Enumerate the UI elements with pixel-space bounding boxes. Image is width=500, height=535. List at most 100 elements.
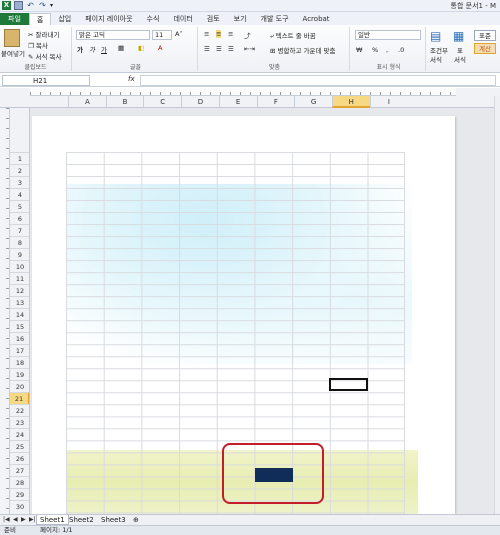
font-color-icon[interactable]: A [158, 44, 162, 52]
row-header-3[interactable]: 3 [10, 176, 29, 188]
align-center-icon[interactable]: ☰ [216, 45, 222, 53]
column-header-h[interactable]: H [331, 96, 370, 108]
column-header-a[interactable]: A [68, 96, 106, 108]
dark-blue-rectangle[interactable] [255, 468, 293, 482]
bold-button[interactable]: 가 [77, 44, 83, 54]
prev-sheet-icon[interactable]: ◀ [13, 516, 18, 523]
sheet-tab-sheet1[interactable]: Sheet1 [36, 515, 69, 525]
style-calculation[interactable]: 계산 [474, 43, 496, 54]
row-header-25[interactable]: 25 [10, 440, 29, 452]
decimal-icon[interactable]: .0 [398, 46, 404, 54]
tab-developer[interactable]: 개발 도구 [254, 13, 296, 25]
column-header-c[interactable]: C [143, 96, 181, 108]
formula-input[interactable] [140, 75, 496, 86]
row-header-16[interactable]: 16 [10, 332, 29, 344]
tab-view[interactable]: 보기 [227, 13, 254, 25]
column-header-i[interactable]: I [369, 96, 408, 108]
row-header-21[interactable]: 21 [10, 392, 29, 404]
row-header-30[interactable]: 30 [10, 500, 29, 512]
fill-color-icon[interactable]: ◧ [138, 44, 144, 52]
row-header-28[interactable]: 28 [10, 476, 29, 488]
orientation-icon[interactable]: ⤴ [244, 30, 251, 40]
tab-home[interactable]: 홈 [28, 13, 52, 25]
indent-icon[interactable]: ⇤⇥ [244, 45, 255, 53]
row-header-20[interactable]: 20 [10, 380, 29, 392]
sheet-tab-sheet3[interactable]: Sheet3 [98, 515, 129, 525]
copy-button[interactable]: ❐ 복사 [28, 40, 48, 50]
row-header-22[interactable]: 22 [10, 404, 29, 416]
align-left-icon[interactable]: ☰ [204, 45, 210, 53]
row-header-7[interactable]: 7 [10, 224, 29, 236]
paste-button[interactable]: 붙여넣기 [1, 48, 25, 58]
row-header-24[interactable]: 24 [10, 428, 29, 440]
column-header-d[interactable]: D [181, 96, 219, 108]
new-sheet-icon[interactable]: ⊕ [130, 515, 142, 525]
tab-data[interactable]: 데이터 [166, 13, 199, 25]
row-header-12[interactable]: 12 [10, 284, 29, 296]
tab-formulas[interactable]: 수식 [140, 13, 167, 25]
customize-qat-icon[interactable]: ▾ [50, 1, 59, 10]
cut-button[interactable]: ✂ 잘라내기 [28, 29, 59, 39]
next-sheet-icon[interactable]: ▶ [21, 516, 26, 523]
row-header-5[interactable]: 5 [10, 200, 29, 212]
number-format-select[interactable]: 일반 [355, 30, 421, 40]
italic-button[interactable]: 가 [89, 44, 95, 54]
row-header-29[interactable]: 29 [10, 488, 29, 500]
row-header-14[interactable]: 14 [10, 308, 29, 320]
underline-button[interactable]: 가 [101, 44, 107, 54]
paste-icon[interactable] [4, 29, 20, 47]
row-header-13[interactable]: 13 [10, 296, 29, 308]
row-header-26[interactable]: 26 [10, 452, 29, 464]
align-middle-icon[interactable]: ≡ [216, 30, 222, 38]
row-header-4[interactable]: 4 [10, 188, 29, 200]
row-header-11[interactable]: 11 [10, 272, 29, 284]
table-format-icon[interactable]: ▦ [453, 29, 464, 43]
conditional-format-icon[interactable]: ▤ [430, 29, 441, 43]
tab-page-layout[interactable]: 페이지 레이아웃 [78, 13, 139, 25]
row-header-15[interactable]: 15 [10, 320, 29, 332]
tab-insert[interactable]: 삽입 [51, 13, 78, 25]
vertical-scrollbar[interactable] [494, 96, 500, 514]
percent-button[interactable]: % [372, 46, 378, 54]
font-size-select[interactable]: 11 [152, 30, 172, 40]
column-header-e[interactable]: E [218, 96, 257, 108]
comma-icon[interactable]: , [386, 46, 388, 54]
align-top-icon[interactable]: ≡ [204, 30, 209, 38]
align-right-icon[interactable]: ☰ [228, 45, 234, 53]
name-box[interactable]: H21 [2, 75, 90, 86]
column-header-b[interactable]: B [105, 96, 144, 108]
row-header-10[interactable]: 10 [10, 260, 29, 272]
row-header-2[interactable]: 2 [10, 164, 29, 176]
tab-file[interactable]: 파일 [0, 13, 29, 25]
style-normal[interactable]: 표준 [474, 30, 496, 41]
row-header-18[interactable]: 18 [10, 356, 29, 368]
row-header-27[interactable]: 27 [10, 464, 29, 476]
row-header-19[interactable]: 19 [10, 368, 29, 380]
column-header-f[interactable]: F [256, 96, 295, 108]
redo-icon[interactable]: ↷ [38, 1, 47, 10]
border-icon[interactable]: ▦ [118, 44, 124, 52]
merge-center-button[interactable]: ⊞ 병합하고 가운데 맞춤 [270, 45, 335, 55]
row-header-9[interactable]: 9 [10, 248, 29, 260]
first-sheet-icon[interactable]: |◀ [3, 516, 10, 523]
row-header-17[interactable]: 17 [10, 344, 29, 356]
column-header-g[interactable]: G [294, 96, 332, 108]
row-header-8[interactable]: 8 [10, 236, 29, 248]
last-sheet-icon[interactable]: ▶| [29, 516, 36, 523]
row-header-1[interactable]: 1 [10, 152, 29, 164]
accounting-icon[interactable]: ₩ [356, 46, 362, 54]
wrap-text-button[interactable]: ⤶ 텍스트 줄 바꿈 [270, 30, 316, 41]
row-header-6[interactable]: 6 [10, 212, 29, 224]
row-header-23[interactable]: 23 [10, 416, 29, 428]
grow-font-icon[interactable]: A˄ [175, 30, 183, 38]
fx-icon[interactable]: fx [128, 75, 135, 83]
format-painter-button[interactable]: ✎ 서식 복사 [28, 51, 62, 61]
align-bottom-icon[interactable]: ≡ [228, 30, 233, 38]
font-name-select[interactable]: 맑은 고딕 [76, 30, 150, 40]
tab-acrobat[interactable]: Acrobat [296, 13, 337, 25]
save-icon[interactable] [14, 1, 23, 10]
undo-icon[interactable]: ↶ [26, 1, 35, 10]
selected-cell-h21[interactable] [329, 378, 368, 391]
sheet-tab-sheet2[interactable]: Sheet2 [66, 515, 97, 525]
tab-review[interactable]: 검토 [200, 13, 227, 25]
